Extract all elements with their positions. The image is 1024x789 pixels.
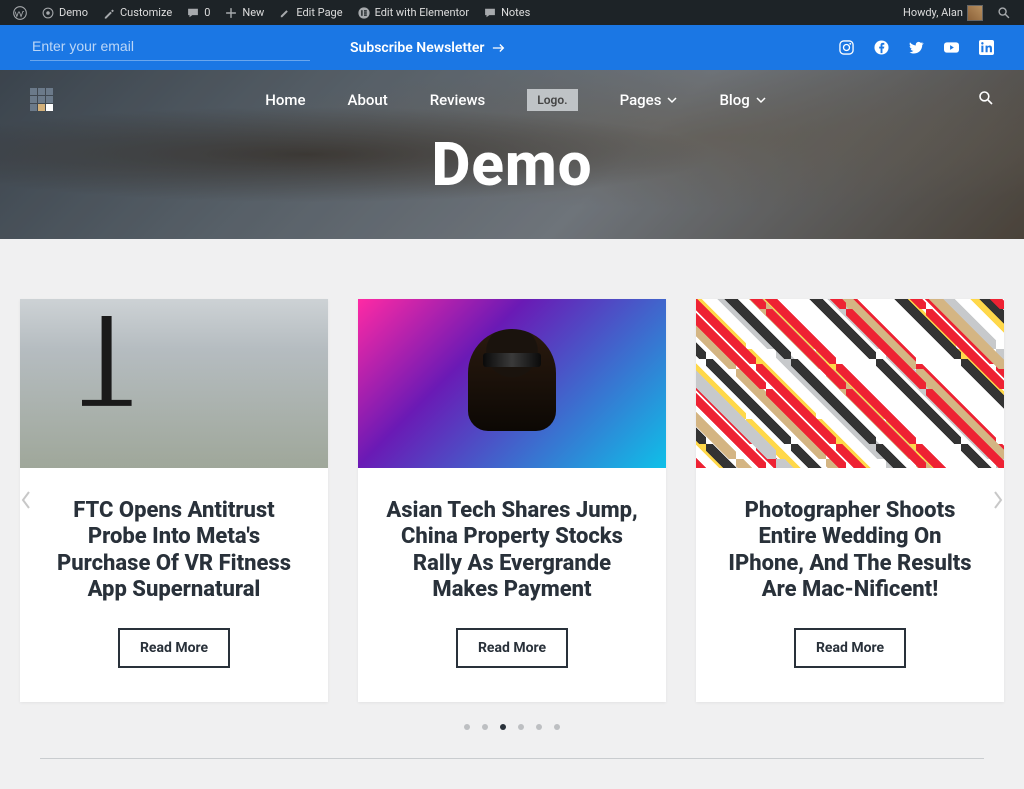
post-card: Photographer Shoots Entire Wedding On IP… (696, 299, 1004, 702)
admin-bar-customize-label: Customize (120, 6, 172, 19)
read-more-button[interactable]: Read More (118, 628, 230, 668)
admin-bar-comments-count: 0 (204, 6, 210, 19)
carousel-dot[interactable] (554, 724, 560, 730)
post-title[interactable]: Photographer Shoots Entire Wedding On IP… (720, 498, 980, 604)
avatar (967, 5, 983, 21)
chevron-left-icon (20, 490, 32, 510)
carousel-dot[interactable] (518, 724, 524, 730)
admin-bar-edit-page[interactable]: Edit Page (271, 0, 349, 25)
arrow-right-icon (492, 41, 506, 55)
admin-bar-new[interactable]: New (217, 0, 271, 25)
post-thumbnail[interactable] (696, 299, 1004, 468)
main-content: FTC Opens Antitrust Probe Into Meta's Pu… (0, 239, 1024, 789)
twitter-icon[interactable] (909, 40, 924, 55)
wp-logo[interactable] (6, 0, 34, 25)
admin-bar-search[interactable] (990, 0, 1018, 25)
instagram-icon[interactable] (839, 40, 854, 55)
admin-bar-account[interactable]: Howdy, Alan (896, 0, 990, 25)
chevron-down-icon (667, 95, 677, 105)
nav-reviews[interactable]: Reviews (430, 91, 486, 109)
admin-bar-elementor-label: Edit with Elementor (375, 6, 470, 19)
hero: Home About Reviews Logo. Pages Blog Demo (0, 70, 1024, 239)
chevron-right-icon (992, 490, 1004, 510)
carousel-dots (20, 724, 1004, 730)
social-links (839, 40, 994, 55)
carousel-dot[interactable] (482, 724, 488, 730)
nav-pages[interactable]: Pages (620, 91, 678, 109)
admin-bar-site-label: Demo (59, 6, 88, 19)
admin-bar-customize[interactable]: Customize (95, 0, 179, 25)
post-card: Asian Tech Shares Jump, China Property S… (358, 299, 666, 702)
carousel-dot[interactable] (500, 724, 506, 730)
read-more-button[interactable]: Read More (456, 628, 568, 668)
read-more-button[interactable]: Read More (794, 628, 906, 668)
carousel-dot[interactable] (536, 724, 542, 730)
subscribe-newsletter-button[interactable]: Subscribe Newsletter (350, 40, 506, 56)
admin-bar-elementor[interactable]: Edit with Elementor (350, 0, 477, 25)
post-title[interactable]: Asian Tech Shares Jump, China Property S… (382, 498, 642, 604)
admin-bar-site[interactable]: Demo (34, 0, 95, 25)
page-title: Demo (0, 129, 1024, 200)
carousel-prev[interactable] (14, 488, 38, 512)
site-logo[interactable] (30, 88, 53, 111)
nav-about[interactable]: About (348, 91, 388, 109)
search-icon (978, 90, 994, 106)
linkedin-icon[interactable] (979, 40, 994, 55)
facebook-icon[interactable] (874, 40, 889, 55)
nav-search[interactable] (978, 90, 994, 110)
main-nav: Home About Reviews Logo. Pages Blog (0, 70, 1024, 111)
nav-blog[interactable]: Blog (719, 91, 765, 109)
post-title[interactable]: FTC Opens Antitrust Probe Into Meta's Pu… (44, 498, 304, 604)
top-bar: Subscribe Newsletter (0, 25, 1024, 70)
subscribe-label: Subscribe Newsletter (350, 40, 484, 56)
admin-bar-new-label: New (242, 6, 264, 19)
post-card: FTC Opens Antitrust Probe Into Meta's Pu… (20, 299, 328, 702)
post-thumbnail[interactable] (20, 299, 328, 468)
email-field[interactable] (30, 34, 310, 61)
admin-bar-edit-page-label: Edit Page (296, 6, 342, 19)
admin-bar-notes-label: Notes (501, 6, 530, 19)
carousel-next[interactable] (986, 488, 1010, 512)
wp-admin-bar: Demo Customize 0 New Edit Page Edit with… (0, 0, 1024, 25)
carousel-dot[interactable] (464, 724, 470, 730)
nav-home[interactable]: Home (265, 91, 305, 109)
admin-bar-comments[interactable]: 0 (179, 0, 217, 25)
post-thumbnail[interactable] (358, 299, 666, 468)
card-carousel: FTC Opens Antitrust Probe Into Meta's Pu… (20, 299, 1004, 702)
chevron-down-icon (756, 95, 766, 105)
admin-bar-notes[interactable]: Notes (476, 0, 537, 25)
admin-bar-howdy: Howdy, Alan (903, 6, 963, 19)
youtube-icon[interactable] (944, 40, 959, 55)
nav-logo-placeholder[interactable]: Logo. (527, 89, 577, 111)
